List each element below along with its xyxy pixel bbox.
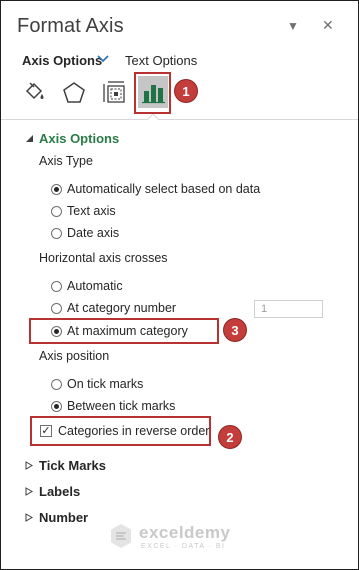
selection-pointer-icon bbox=[147, 114, 159, 121]
exceldemy-logo-icon bbox=[111, 524, 131, 548]
chevron-down-icon[interactable] bbox=[96, 51, 110, 65]
radio-text-axis-label[interactable]: Text axis bbox=[67, 204, 116, 218]
radio-auto-select[interactable] bbox=[51, 184, 62, 195]
pane-title: Format Axis bbox=[17, 15, 124, 37]
collapsed-triangle-icon[interactable] bbox=[25, 513, 33, 522]
radio-auto-select-label[interactable]: Automatically select based on data bbox=[67, 182, 260, 196]
section-header-tick-marks[interactable]: Tick Marks bbox=[39, 458, 106, 473]
radio-date-axis[interactable] bbox=[51, 228, 62, 239]
section-header-number[interactable]: Number bbox=[39, 510, 88, 525]
category-number-input[interactable]: 1 bbox=[254, 300, 323, 318]
radio-on-tick-marks[interactable] bbox=[51, 379, 62, 390]
horizontal-axis-crosses-label: Horizontal axis crosses bbox=[39, 251, 168, 265]
annotation-box-2 bbox=[30, 416, 211, 446]
radio-between-tick-marks[interactable] bbox=[51, 401, 62, 412]
close-icon[interactable]: ✕ bbox=[322, 17, 334, 34]
pane-options-dropdown-icon[interactable]: ▼ bbox=[287, 19, 299, 33]
section-header-axis-options[interactable]: Axis Options bbox=[39, 131, 119, 146]
annotation-badge-1: 1 bbox=[175, 80, 197, 102]
radio-on-tick-marks-label[interactable]: On tick marks bbox=[67, 377, 143, 391]
radio-crosses-automatic[interactable] bbox=[51, 281, 62, 292]
annotation-badge-2: 2 bbox=[219, 426, 241, 448]
expanded-triangle-icon[interactable] bbox=[25, 134, 34, 143]
watermark-tagline: EXCEL · DATA · BI bbox=[141, 543, 226, 550]
axis-type-label: Axis Type bbox=[39, 154, 93, 168]
tab-axis-options[interactable]: Axis Options bbox=[22, 53, 102, 68]
radio-text-axis[interactable] bbox=[51, 206, 62, 217]
section-header-labels[interactable]: Labels bbox=[39, 484, 80, 499]
effects-pentagon-icon[interactable] bbox=[58, 77, 90, 109]
axis-position-label: Axis position bbox=[39, 349, 110, 363]
radio-crosses-category-number-label[interactable]: At category number bbox=[67, 301, 176, 315]
fill-line-icon[interactable] bbox=[18, 77, 50, 109]
annotation-box-1 bbox=[134, 72, 171, 114]
divider bbox=[1, 119, 358, 120]
radio-crosses-category-number[interactable] bbox=[51, 303, 62, 314]
watermark-name: exceldemy bbox=[139, 523, 231, 542]
format-axis-pane: Format Axis ▼ ✕ Axis Options Text Option… bbox=[0, 0, 359, 570]
collapsed-triangle-icon[interactable] bbox=[25, 487, 33, 496]
annotation-box-3 bbox=[29, 318, 219, 344]
annotation-badge-3: 3 bbox=[224, 319, 246, 341]
tab-text-options[interactable]: Text Options bbox=[125, 53, 197, 68]
radio-between-tick-marks-label[interactable]: Between tick marks bbox=[67, 399, 175, 413]
size-properties-icon[interactable] bbox=[98, 77, 130, 109]
radio-crosses-automatic-label[interactable]: Automatic bbox=[67, 279, 123, 293]
collapsed-triangle-icon[interactable] bbox=[25, 461, 33, 470]
radio-date-axis-label[interactable]: Date axis bbox=[67, 226, 119, 240]
